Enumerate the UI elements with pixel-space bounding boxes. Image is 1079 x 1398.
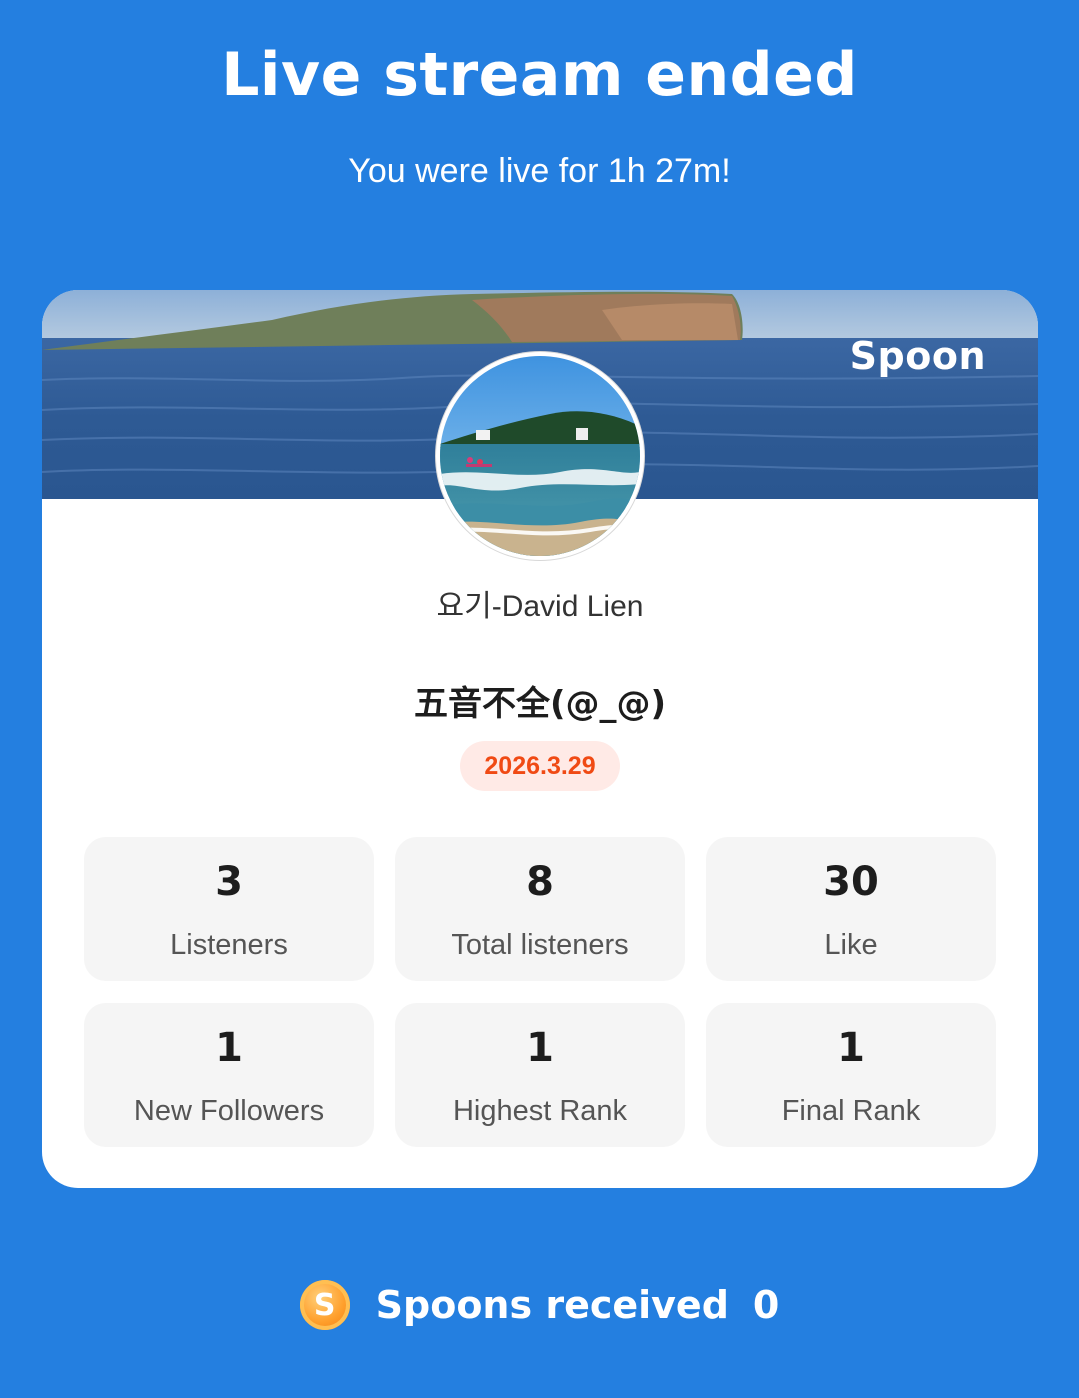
host-name: 요기-David Lien [436, 590, 644, 623]
stat-listeners: 3 Listeners [84, 837, 374, 981]
spoon-coin-icon: S [299, 1280, 350, 1330]
date-badge: 2026.3.29 [460, 741, 620, 791]
stat-label: Like [824, 929, 878, 961]
page-title: Live stream ended [221, 40, 858, 110]
stat-likes: 30 Like [706, 837, 996, 981]
stat-final-rank: 1 Final Rank [706, 1003, 996, 1147]
stat-highest-rank: 1 Highest Rank [395, 1003, 685, 1147]
stat-value: 8 [526, 859, 554, 905]
avatar-image [440, 356, 640, 556]
stat-label: Total listeners [451, 929, 629, 961]
stat-new-followers: 1 New Followers [84, 1003, 374, 1147]
summary-card: Spoon 요기-David Lien 五音不全(@_@) 2026.3.29 … [42, 290, 1038, 1188]
stat-total-listeners: 8 Total listeners [395, 837, 685, 981]
spoons-received: S Spoons received 0 [0, 1278, 1079, 1332]
spoons-received-label: Spoons received [375, 1283, 729, 1327]
stat-label: New Followers [133, 1095, 325, 1127]
live-duration-text: You were live for 1h 27m! [348, 152, 731, 190]
stat-value: 1 [837, 1025, 865, 1071]
stream-title: 五音不全(@_@) [413, 684, 667, 724]
spoons-received-count: 0 [752, 1283, 780, 1327]
avatar[interactable] [436, 352, 644, 560]
stat-value: 3 [215, 859, 243, 905]
stat-label: Listeners [170, 929, 288, 961]
stat-value: 1 [215, 1025, 243, 1071]
stat-value: 1 [526, 1025, 554, 1071]
stat-label: Final Rank [781, 1095, 921, 1127]
spoon-logo: Spoon [849, 334, 986, 378]
stat-label: Highest Rank [452, 1095, 628, 1127]
stat-value: 30 [823, 859, 879, 905]
